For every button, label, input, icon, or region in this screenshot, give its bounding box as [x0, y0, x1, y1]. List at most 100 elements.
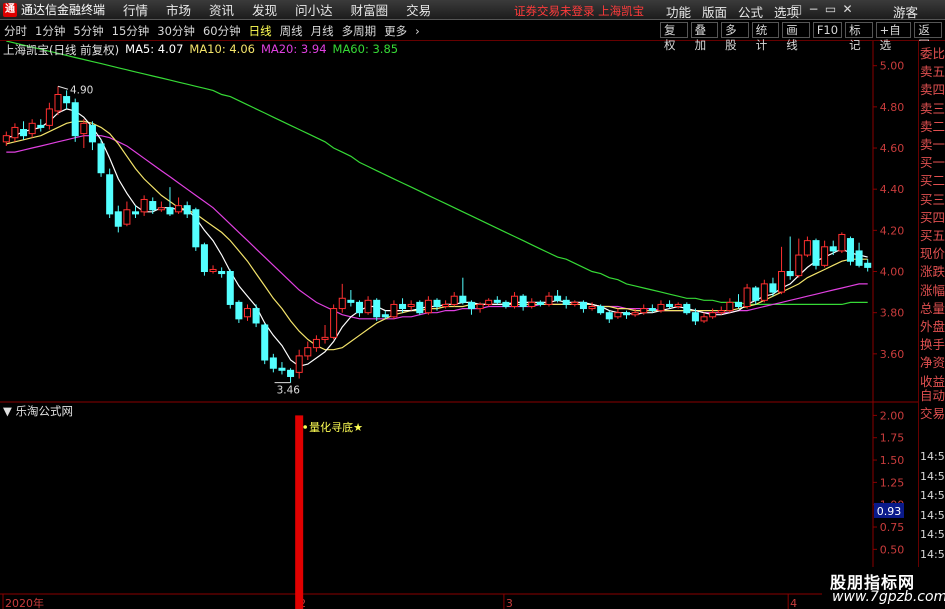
candle-up — [821, 246, 829, 266]
price-tick-label: 4.20 — [880, 224, 905, 237]
period-tab-10[interactable]: 更多 — [380, 23, 411, 39]
ma10-line — [6, 120, 868, 351]
candle-down — [200, 244, 208, 273]
guest-label[interactable]: 游客 — [893, 2, 918, 21]
minimize-icon[interactable]: − — [805, 2, 822, 16]
trade-time-0: 14:56 — [920, 450, 945, 463]
candle-down — [149, 201, 157, 211]
candle-down — [769, 283, 777, 293]
price-tick-label: 4.60 — [880, 142, 905, 155]
quote-label-19[interactable]: 自动 — [920, 389, 945, 403]
ma5-line — [6, 108, 868, 367]
close-icon[interactable]: ✕ — [839, 2, 856, 16]
indicator-tick-label: 2.00 — [880, 409, 905, 422]
price-tick-label: 3.60 — [880, 348, 905, 361]
quote-label-18: 收益 — [920, 373, 945, 389]
quote-label-10: 买五 — [920, 228, 945, 243]
candle-down — [691, 312, 699, 322]
candle-up — [243, 308, 252, 318]
candle-up — [28, 122, 36, 135]
candle-down — [493, 299, 501, 303]
trade-time-4: 14:56 — [920, 528, 945, 541]
candle-up — [571, 301, 579, 305]
toolbar-button-7[interactable]: +自选 — [875, 22, 912, 52]
candle-down — [106, 174, 114, 215]
period-tab-9[interactable]: 多周期 — [338, 23, 381, 39]
indicator-title[interactable]: ▼ 乐淘公式网 — [3, 403, 73, 419]
login-notice[interactable]: 证券交易未登录 上海凯宝 — [514, 3, 644, 19]
quote-label-11: 现价 — [920, 246, 945, 262]
candle-down — [536, 301, 544, 305]
ma10-value: MA10: 4.06 — [189, 42, 255, 56]
chevron-right-icon[interactable]: › — [411, 24, 424, 38]
toolbar-button-4[interactable]: 画线 — [782, 22, 810, 52]
low-label: 3.46 — [277, 385, 301, 397]
menu-markets[interactable]: 市场 — [166, 0, 191, 19]
candle-down — [132, 211, 140, 215]
maximize-icon[interactable]: ▭ — [822, 2, 839, 16]
candle-up — [476, 303, 484, 310]
trade-time-5: 14:56 — [920, 547, 945, 561]
period-tab-3[interactable]: 15分钟 — [108, 23, 154, 39]
quote-label-20[interactable]: 交易 — [920, 407, 945, 421]
toolbar-button-3[interactable]: 统计 — [751, 22, 780, 52]
dropdown-icon[interactable]: ▼ — [3, 404, 16, 418]
candle-up — [209, 268, 217, 273]
menu-function[interactable]: 功能 — [666, 2, 691, 21]
candle-up — [614, 312, 622, 318]
toolbar-button-6[interactable]: 标记 — [845, 22, 873, 52]
candle-up — [709, 312, 717, 318]
period-tab-8[interactable]: 月线 — [307, 23, 338, 39]
candle-down — [467, 301, 475, 310]
candle-up — [528, 301, 536, 308]
period-tab-1[interactable]: 1分钟 — [31, 23, 69, 39]
restore-icon[interactable]: □ — [788, 2, 805, 16]
toolbar-button-5[interactable]: F10 — [812, 22, 843, 38]
candle-down — [399, 303, 407, 310]
candle-up — [803, 240, 811, 256]
quote-label-8: 买三 — [920, 191, 945, 207]
high-label: 4.90 — [70, 84, 93, 96]
menu-news[interactable]: 资讯 — [209, 0, 234, 19]
toolbar-button-2[interactable]: 多股 — [721, 22, 749, 52]
period-tab-2[interactable]: 5分钟 — [69, 23, 107, 39]
period-tab-6[interactable]: 日线 — [245, 23, 276, 39]
ma60-line — [6, 41, 868, 305]
menu-wealth[interactable]: 财富圈 — [351, 0, 389, 19]
menu-ask[interactable]: 问小达 — [295, 0, 333, 19]
quote-label-4: 卖二 — [920, 118, 945, 134]
x-tick-label: 4 — [790, 597, 797, 609]
candle-down — [666, 303, 674, 308]
candle-up — [11, 126, 19, 139]
candle-up — [123, 209, 131, 225]
candle-down — [37, 124, 45, 128]
period-tab-0[interactable]: 分时 — [0, 23, 31, 39]
candle-down — [812, 240, 820, 266]
period-tab-5[interactable]: 60分钟 — [199, 23, 245, 39]
menu-layout[interactable]: 版面 — [702, 2, 727, 21]
period-tab-4[interactable]: 30分钟 — [153, 23, 199, 39]
kline-chart[interactable]: 5.00 4.80 4.60 4.40 4.20 4.00 3.80 3.60 2.00 1.75… — [0, 41, 918, 609]
candle-down — [347, 299, 355, 303]
menu-discover[interactable]: 发现 — [252, 0, 277, 19]
ma60-value: MA60: 3.85 — [332, 42, 399, 56]
menu-trade[interactable]: 交易 — [406, 0, 431, 19]
period-tab-7[interactable]: 周线 — [276, 23, 307, 39]
quote-label-12: 涨跌 — [920, 264, 945, 280]
toolbar-button-1[interactable]: 叠加 — [690, 22, 719, 52]
indicator-tick-label: 1.50 — [880, 454, 905, 467]
candle-up — [364, 299, 372, 314]
toolbar-button-0[interactable]: 复权 — [660, 22, 688, 52]
candle-down — [519, 295, 527, 308]
quote-label-17: 净资 — [920, 355, 945, 371]
menu-market[interactable]: 行情 — [123, 0, 148, 19]
candle-up — [657, 303, 665, 312]
menu-formula[interactable]: 公式 — [738, 2, 763, 21]
candle-up — [45, 108, 53, 126]
toolbar-button-8[interactable]: 返回 — [914, 22, 942, 52]
quote-label-0: 委比 — [920, 46, 945, 61]
price-tick-label: 4.80 — [880, 101, 905, 114]
candle-down — [734, 301, 742, 308]
quote-label-3: 卖三 — [920, 100, 945, 116]
candle-down — [433, 299, 441, 308]
